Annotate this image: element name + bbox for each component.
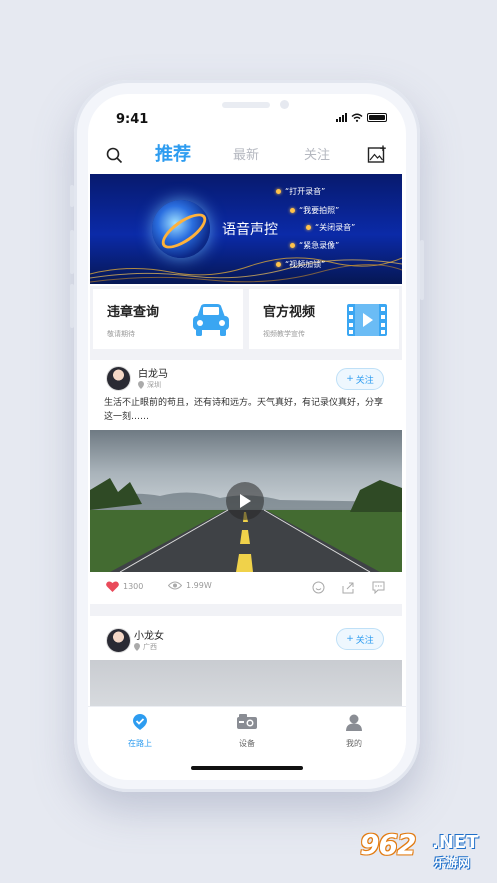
camera-device-icon — [237, 714, 257, 729]
emoji-icon[interactable] — [312, 581, 325, 594]
volume-down-button — [70, 284, 74, 328]
views-stat: 1.99W — [168, 581, 212, 590]
banner-command: “视频加锁” — [276, 259, 325, 270]
post-username[interactable]: 白龙马 — [138, 365, 168, 380]
tab-following[interactable]: 关注 — [304, 144, 330, 163]
front-camera — [280, 100, 289, 109]
avatar[interactable] — [106, 366, 131, 391]
post-media-preview[interactable] — [90, 660, 402, 710]
volume-up-button — [70, 230, 74, 274]
location-check-icon — [133, 714, 147, 730]
voice-control-banner[interactable]: 语音声控 “打开录音” “我要拍照” “关闭录音” “紧急录像” “视频加锁” — [90, 174, 402, 284]
sound-wave-graphic — [90, 257, 402, 283]
tab-device[interactable]: 设备 — [217, 713, 277, 749]
quick-cards: 违章查询 敬请期待 官方视频 视频教学宣传 — [90, 286, 402, 352]
post-video[interactable] — [90, 430, 402, 572]
image-add-icon[interactable] — [367, 145, 387, 165]
signal-icon — [336, 113, 347, 122]
location-pin-icon — [138, 381, 144, 389]
plus-icon: + — [346, 374, 354, 384]
location-pin-icon — [134, 643, 140, 651]
section-divider — [90, 352, 402, 360]
banner-command: “打开录音” — [276, 186, 325, 197]
post-text: 生活不止眼前的苟且，还有诗和远方。天气真好，有记录仪真好，分享这一刻…… — [104, 398, 384, 422]
card-title: 违章查询 — [107, 305, 160, 320]
follow-button[interactable]: + 关注 — [336, 368, 384, 390]
tab-mine[interactable]: 我的 — [324, 713, 384, 749]
home-indicator[interactable] — [191, 766, 303, 770]
speaker — [222, 102, 270, 108]
banner-command: “紧急录像” — [290, 240, 339, 251]
plus-icon: + — [346, 634, 354, 644]
mute-switch — [70, 185, 74, 207]
globe-logo-icon — [152, 200, 210, 258]
tab-recommend[interactable]: 推荐 — [155, 140, 191, 166]
like-stat[interactable]: 1300 — [106, 581, 143, 592]
card-subtitle: 视频教学宣传 — [263, 330, 305, 338]
tab-on-the-road[interactable]: 在路上 — [110, 713, 170, 749]
watermark-logo: 962 .NET 乐游网 — [360, 828, 479, 870]
follow-button[interactable]: + 关注 — [336, 628, 384, 650]
post-location: 广西 — [134, 642, 157, 652]
video-film-icon — [347, 304, 387, 336]
play-button[interactable] — [226, 482, 264, 520]
app-screen: 9:41 推荐 最新 关注 语音声控 “打开录音” “我要拍照” “关闭录音” … — [88, 94, 406, 780]
card-title: 官方视频 — [263, 305, 316, 320]
bottom-tab-bar: 在路上 设备 我的 — [88, 706, 406, 758]
car-icon — [193, 304, 229, 336]
card-violation-query[interactable]: 违章查询 敬请期待 — [93, 289, 243, 349]
post-username[interactable]: 小龙女 — [134, 627, 164, 642]
wifi-icon — [351, 113, 363, 122]
power-button — [420, 240, 424, 300]
banner-command: “我要拍照” — [290, 205, 339, 216]
battery-icon — [367, 113, 387, 122]
heart-icon — [106, 581, 119, 592]
top-nav: 推荐 最新 关注 — [88, 140, 406, 170]
banner-title: 语音声控 — [222, 222, 278, 238]
search-icon[interactable] — [106, 147, 123, 164]
feed-post: 白龙马 深圳 + 关注 生活不止眼前的苟且，还有诗和远方。天气真好，有记录仪真好，… — [90, 360, 402, 622]
section-divider — [90, 604, 402, 616]
user-icon — [346, 714, 362, 731]
share-icon[interactable] — [342, 581, 355, 594]
play-icon — [240, 494, 251, 508]
tab-latest[interactable]: 最新 — [233, 144, 259, 163]
avatar[interactable] — [106, 628, 131, 653]
banner-command: “关闭录音” — [306, 222, 355, 233]
status-time: 9:41 — [116, 112, 149, 127]
card-official-video[interactable]: 官方视频 视频教学宣传 — [249, 289, 399, 349]
post-stats: 1300 1.99W — [90, 576, 402, 600]
feed-post: 小龙女 广西 + 关注 — [90, 620, 402, 710]
card-subtitle: 敬请期待 — [107, 330, 135, 338]
comment-icon[interactable] — [372, 581, 385, 594]
post-location: 深圳 — [138, 380, 161, 390]
eye-icon — [168, 581, 182, 590]
status-icons — [336, 113, 387, 122]
